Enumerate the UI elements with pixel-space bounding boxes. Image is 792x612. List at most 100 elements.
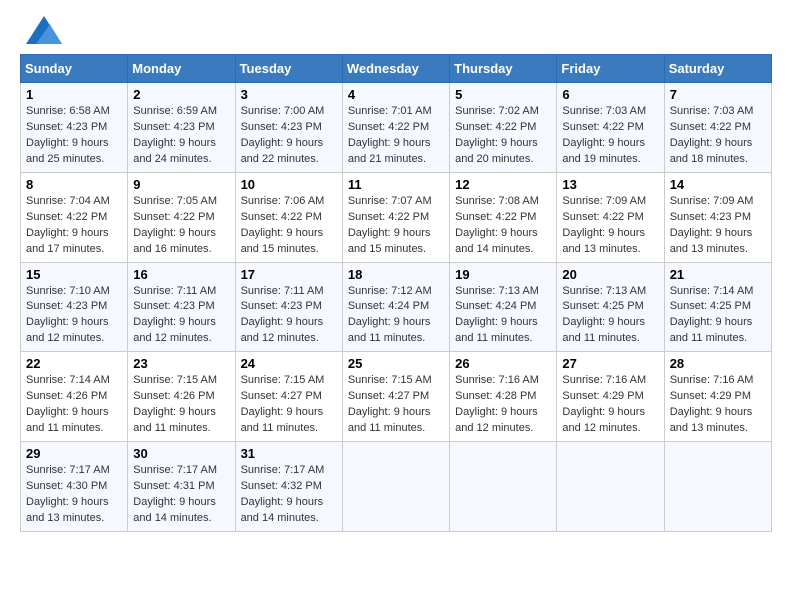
sunrise-label: Sunrise: 7:14 AM <box>26 374 110 386</box>
sunset-label: Sunset: 4:27 PM <box>241 390 322 402</box>
day-number: 7 <box>670 87 766 102</box>
day-info: Sunrise: 7:16 AM Sunset: 4:29 PM Dayligh… <box>670 373 766 437</box>
column-header-wednesday: Wednesday <box>342 55 449 83</box>
daylight-label: Daylight: 9 hours and 13 minutes. <box>670 227 753 255</box>
sunset-label: Sunset: 4:23 PM <box>241 300 322 312</box>
daylight-label: Daylight: 9 hours and 24 minutes. <box>133 137 216 165</box>
daylight-label: Daylight: 9 hours and 11 minutes. <box>562 316 645 344</box>
calendar-cell: 7 Sunrise: 7:03 AM Sunset: 4:22 PM Dayli… <box>664 83 771 173</box>
daylight-label: Daylight: 9 hours and 14 minutes. <box>241 496 324 524</box>
calendar-cell: 20 Sunrise: 7:13 AM Sunset: 4:25 PM Dayl… <box>557 262 664 352</box>
sunset-label: Sunset: 4:26 PM <box>26 390 107 402</box>
logo <box>20 16 62 46</box>
calendar-cell: 10 Sunrise: 7:06 AM Sunset: 4:22 PM Dayl… <box>235 172 342 262</box>
day-number: 15 <box>26 267 122 282</box>
sunset-label: Sunset: 4:28 PM <box>455 390 536 402</box>
sunset-label: Sunset: 4:24 PM <box>348 300 429 312</box>
calendar-cell: 21 Sunrise: 7:14 AM Sunset: 4:25 PM Dayl… <box>664 262 771 352</box>
sunrise-label: Sunrise: 7:13 AM <box>562 285 646 297</box>
logo-icon <box>26 16 62 46</box>
column-header-tuesday: Tuesday <box>235 55 342 83</box>
calendar-cell: 14 Sunrise: 7:09 AM Sunset: 4:23 PM Dayl… <box>664 172 771 262</box>
sunset-label: Sunset: 4:23 PM <box>241 121 322 133</box>
calendar-header: SundayMondayTuesdayWednesdayThursdayFrid… <box>21 55 772 83</box>
sunrise-label: Sunrise: 7:13 AM <box>455 285 539 297</box>
calendar-cell: 29 Sunrise: 7:17 AM Sunset: 4:30 PM Dayl… <box>21 442 128 532</box>
sunset-label: Sunset: 4:32 PM <box>241 480 322 492</box>
calendar-week-row: 1 Sunrise: 6:58 AM Sunset: 4:23 PM Dayli… <box>21 83 772 173</box>
daylight-label: Daylight: 9 hours and 12 minutes. <box>455 406 538 434</box>
sunrise-label: Sunrise: 7:08 AM <box>455 195 539 207</box>
day-number: 13 <box>562 177 658 192</box>
day-number: 17 <box>241 267 337 282</box>
page-header <box>20 16 772 46</box>
sunrise-label: Sunrise: 7:09 AM <box>562 195 646 207</box>
day-info: Sunrise: 7:17 AM Sunset: 4:30 PM Dayligh… <box>26 463 122 527</box>
calendar-cell: 25 Sunrise: 7:15 AM Sunset: 4:27 PM Dayl… <box>342 352 449 442</box>
calendar-cell <box>664 442 771 532</box>
day-number: 10 <box>241 177 337 192</box>
day-info: Sunrise: 7:15 AM Sunset: 4:27 PM Dayligh… <box>348 373 444 437</box>
day-number: 31 <box>241 446 337 461</box>
day-info: Sunrise: 7:11 AM Sunset: 4:23 PM Dayligh… <box>133 284 229 348</box>
column-header-sunday: Sunday <box>21 55 128 83</box>
calendar-cell: 3 Sunrise: 7:00 AM Sunset: 4:23 PM Dayli… <box>235 83 342 173</box>
day-number: 26 <box>455 356 551 371</box>
sunset-label: Sunset: 4:23 PM <box>26 121 107 133</box>
day-number: 29 <box>26 446 122 461</box>
day-info: Sunrise: 7:17 AM Sunset: 4:31 PM Dayligh… <box>133 463 229 527</box>
day-number: 27 <box>562 356 658 371</box>
daylight-label: Daylight: 9 hours and 25 minutes. <box>26 137 109 165</box>
calendar-cell <box>557 442 664 532</box>
day-number: 8 <box>26 177 122 192</box>
daylight-label: Daylight: 9 hours and 11 minutes. <box>670 316 753 344</box>
calendar-cell: 1 Sunrise: 6:58 AM Sunset: 4:23 PM Dayli… <box>21 83 128 173</box>
sunrise-label: Sunrise: 7:17 AM <box>241 464 325 476</box>
day-number: 23 <box>133 356 229 371</box>
day-info: Sunrise: 7:09 AM Sunset: 4:22 PM Dayligh… <box>562 194 658 258</box>
sunrise-label: Sunrise: 7:07 AM <box>348 195 432 207</box>
calendar-cell: 4 Sunrise: 7:01 AM Sunset: 4:22 PM Dayli… <box>342 83 449 173</box>
sunrise-label: Sunrise: 7:04 AM <box>26 195 110 207</box>
calendar-cell: 5 Sunrise: 7:02 AM Sunset: 4:22 PM Dayli… <box>450 83 557 173</box>
sunrise-label: Sunrise: 7:17 AM <box>26 464 110 476</box>
sunrise-label: Sunrise: 6:58 AM <box>26 105 110 117</box>
calendar-cell: 9 Sunrise: 7:05 AM Sunset: 4:22 PM Dayli… <box>128 172 235 262</box>
sunset-label: Sunset: 4:22 PM <box>562 211 643 223</box>
sunset-label: Sunset: 4:29 PM <box>670 390 751 402</box>
sunset-label: Sunset: 4:25 PM <box>670 300 751 312</box>
calendar-cell: 22 Sunrise: 7:14 AM Sunset: 4:26 PM Dayl… <box>21 352 128 442</box>
sunrise-label: Sunrise: 7:15 AM <box>348 374 432 386</box>
sunrise-label: Sunrise: 7:02 AM <box>455 105 539 117</box>
day-info: Sunrise: 7:07 AM Sunset: 4:22 PM Dayligh… <box>348 194 444 258</box>
sunset-label: Sunset: 4:27 PM <box>348 390 429 402</box>
day-info: Sunrise: 7:12 AM Sunset: 4:24 PM Dayligh… <box>348 284 444 348</box>
sunrise-label: Sunrise: 7:11 AM <box>241 285 324 297</box>
sunrise-label: Sunrise: 7:03 AM <box>562 105 646 117</box>
sunrise-label: Sunrise: 7:17 AM <box>133 464 217 476</box>
day-info: Sunrise: 7:17 AM Sunset: 4:32 PM Dayligh… <box>241 463 337 527</box>
sunrise-label: Sunrise: 7:03 AM <box>670 105 754 117</box>
sunset-label: Sunset: 4:23 PM <box>133 300 214 312</box>
calendar-cell: 19 Sunrise: 7:13 AM Sunset: 4:24 PM Dayl… <box>450 262 557 352</box>
day-number: 6 <box>562 87 658 102</box>
day-info: Sunrise: 7:05 AM Sunset: 4:22 PM Dayligh… <box>133 194 229 258</box>
column-header-friday: Friday <box>557 55 664 83</box>
calendar-cell: 28 Sunrise: 7:16 AM Sunset: 4:29 PM Dayl… <box>664 352 771 442</box>
sunrise-label: Sunrise: 7:16 AM <box>670 374 754 386</box>
calendar-cell <box>450 442 557 532</box>
day-info: Sunrise: 7:15 AM Sunset: 4:26 PM Dayligh… <box>133 373 229 437</box>
sunset-label: Sunset: 4:22 PM <box>670 121 751 133</box>
daylight-label: Daylight: 9 hours and 12 minutes. <box>562 406 645 434</box>
daylight-label: Daylight: 9 hours and 11 minutes. <box>455 316 538 344</box>
day-info: Sunrise: 7:03 AM Sunset: 4:22 PM Dayligh… <box>670 104 766 168</box>
calendar-cell: 27 Sunrise: 7:16 AM Sunset: 4:29 PM Dayl… <box>557 352 664 442</box>
daylight-label: Daylight: 9 hours and 11 minutes. <box>348 316 431 344</box>
sunrise-label: Sunrise: 7:09 AM <box>670 195 754 207</box>
calendar-cell: 15 Sunrise: 7:10 AM Sunset: 4:23 PM Dayl… <box>21 262 128 352</box>
sunrise-label: Sunrise: 7:01 AM <box>348 105 432 117</box>
sunset-label: Sunset: 4:23 PM <box>670 211 751 223</box>
calendar-cell <box>342 442 449 532</box>
day-info: Sunrise: 7:13 AM Sunset: 4:24 PM Dayligh… <box>455 284 551 348</box>
sunset-label: Sunset: 4:25 PM <box>562 300 643 312</box>
